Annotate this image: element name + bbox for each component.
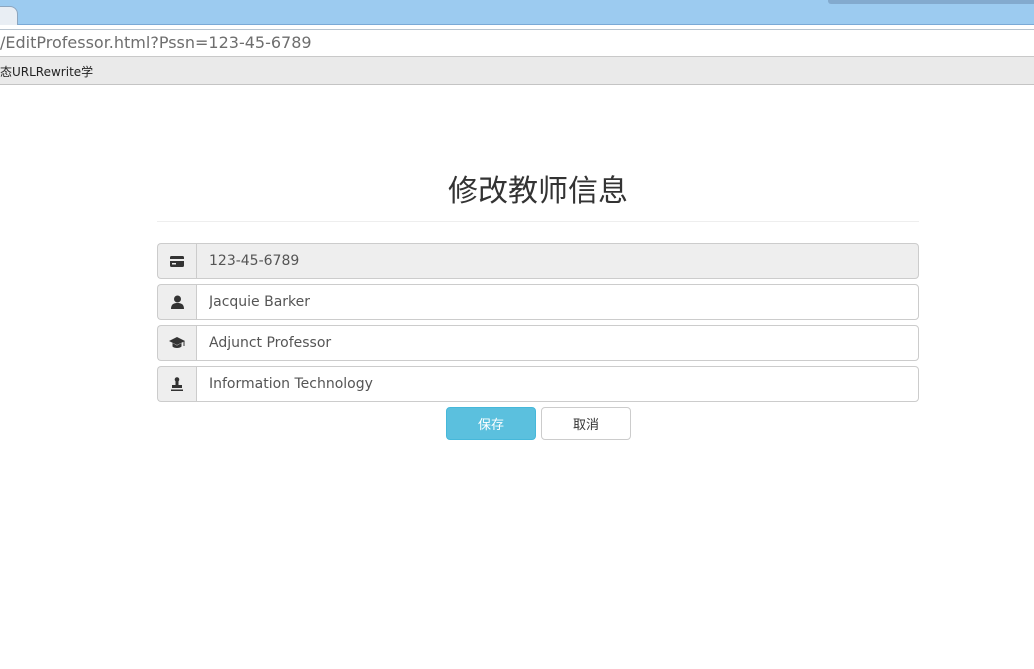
save-button[interactable]: 保存 bbox=[446, 407, 536, 440]
user-icon bbox=[157, 284, 196, 320]
stamp-icon bbox=[157, 366, 196, 402]
ssn-input[interactable] bbox=[196, 243, 919, 279]
ssn-row bbox=[157, 243, 919, 279]
address-text[interactable]: /EditProfessor.html?Pssn=123-45-6789 bbox=[0, 33, 312, 52]
menu-edge bbox=[828, 0, 1034, 4]
name-input[interactable] bbox=[196, 284, 919, 320]
title-divider bbox=[157, 221, 919, 222]
graduation-cap-icon bbox=[157, 325, 196, 361]
name-row bbox=[157, 284, 919, 320]
cancel-button[interactable]: 取消 bbox=[541, 407, 631, 440]
title-row bbox=[157, 325, 919, 361]
browser-titlebar bbox=[0, 0, 1034, 25]
id-card-icon bbox=[157, 243, 196, 279]
address-bar[interactable]: /EditProfessor.html?Pssn=123-45-6789 bbox=[0, 29, 1034, 57]
bookmark-item[interactable]: 态URLRewrite学 bbox=[0, 63, 93, 80]
title-input[interactable] bbox=[196, 325, 919, 361]
department-input[interactable] bbox=[196, 366, 919, 402]
bookmarks-bar: 态URLRewrite学 bbox=[0, 57, 1034, 85]
page-title: 修改教师信息 bbox=[448, 174, 628, 209]
department-row bbox=[157, 366, 919, 402]
browser-tab[interactable] bbox=[0, 6, 18, 25]
